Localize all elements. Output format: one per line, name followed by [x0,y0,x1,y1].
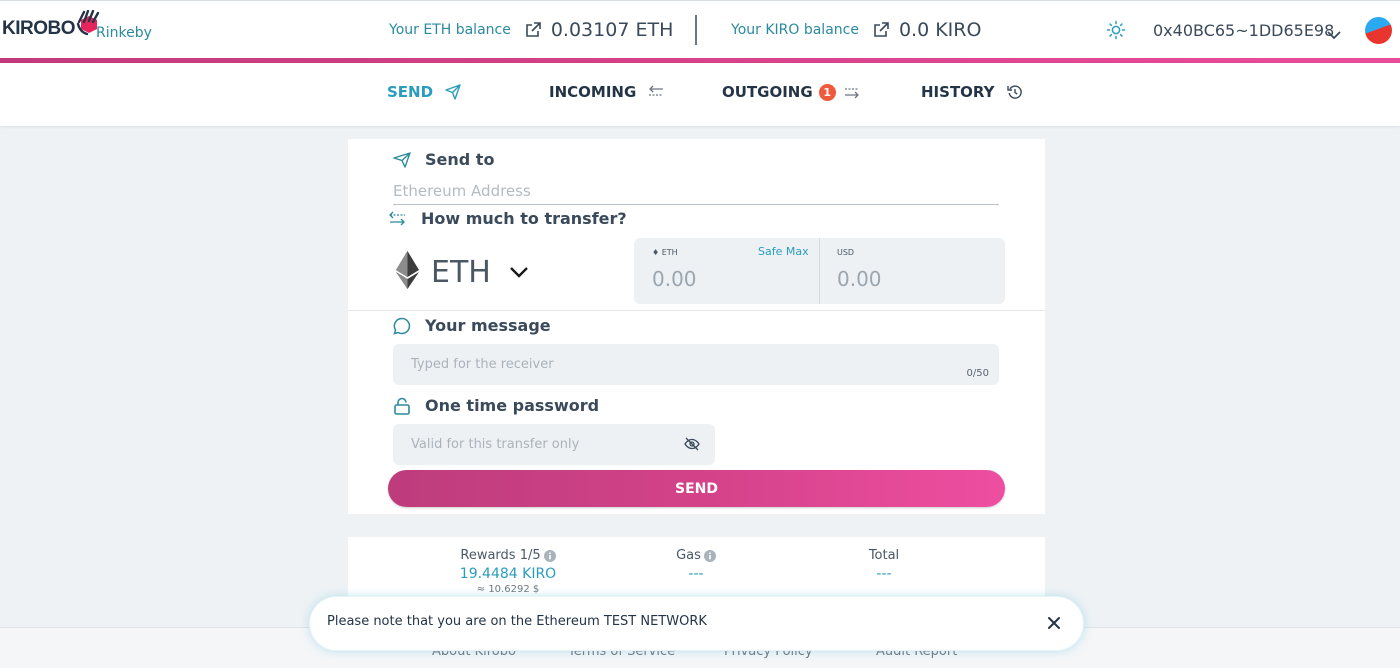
eth-balance: Your ETH balance 0.03107 ETH [389,13,673,47]
usd-amount-column: USD [820,238,1005,304]
send-card: Send to How much to transfer? ETH ♦ ETH … [348,139,1045,514]
kiro-balance: Your KIRO balance 0.0 KIRO [731,13,981,47]
rewards-value: 19.4484 KIRO [459,566,557,582]
header-divider [695,15,697,45]
message-box: 0/50 [393,344,999,385]
transfer-arrows-icon [389,211,407,227]
eth-small-icon: ♦ [652,248,660,257]
chat-bubble-icon [393,317,411,335]
total-value: --- [876,566,892,582]
toast-message: Please note that you are on the Ethereum… [327,614,707,629]
sun-icon[interactable] [1106,20,1126,44]
chevron-down-icon [509,266,529,278]
usd-amount-label: USD [837,248,855,257]
external-link-icon[interactable] [525,22,541,38]
message-input[interactable] [411,352,951,376]
tab-incoming-label: INCOMING [549,83,637,101]
history-icon [1006,84,1023,100]
token-name: ETH [431,254,491,290]
top-header: KIROBO Rinkeby Your ETH balance 0.03107 … [0,0,1400,58]
ethereum-address-input[interactable] [393,177,999,205]
eth-amount-column: ♦ ETH Safe Max [634,238,819,304]
eth-balance-label: Your ETH balance [389,22,511,38]
send-to-title: Send to [393,150,494,169]
logo-text: KIROBO [2,18,76,39]
otp-label: One time password [425,396,600,415]
otp-input[interactable] [411,432,671,456]
gas-column: Gas --- [616,544,776,582]
tab-outgoing-label: OUTGOING [722,83,813,101]
close-icon[interactable] [1047,615,1061,634]
safe-max-button[interactable]: Safe Max [758,245,809,258]
rewards-column: Rewards 1/5 19.4484 KIRO ≈ 10.6292 $ [428,544,588,595]
info-icon[interactable] [543,549,556,562]
tab-bar: SEND INCOMING OUTGOING 1 HISTORY [0,63,1400,126]
tab-incoming[interactable]: INCOMING [549,83,664,101]
lock-icon [393,397,411,415]
message-title: Your message [393,316,551,335]
send-to-label: Send to [425,150,495,169]
otp-title: One time password [393,396,599,415]
tab-history[interactable]: HISTORY [921,83,1023,101]
otp-box [393,424,715,465]
ethereum-icon [396,251,419,293]
paper-plane-icon [393,151,411,168]
eye-off-icon[interactable] [684,436,700,455]
test-network-toast: Please note that you are on the Ethereum… [310,597,1083,650]
tab-send[interactable]: SEND [387,83,461,101]
network-label: Rinkeby [96,25,152,41]
external-link-icon[interactable] [873,22,889,38]
eth-balance-value: 0.03107 ETH [550,19,674,41]
chevron-down-icon[interactable] [1327,25,1341,44]
avatar[interactable] [1365,17,1392,44]
kiro-balance-label: Your KIRO balance [731,22,859,38]
section-divider [348,310,1045,311]
arrows-left-right-icon [648,85,664,99]
usd-amount-input[interactable] [837,264,987,294]
tab-send-label: SEND [387,83,434,101]
token-select[interactable]: ETH [396,251,529,293]
info-icon[interactable] [703,549,716,562]
kirobo-logo[interactable]: KIROBO [2,9,102,49]
message-char-counter: 0/50 [966,368,989,379]
gas-label: Gas [676,548,716,563]
amount-title: How much to transfer? [389,209,627,228]
amount-input-box: ♦ ETH Safe Max USD [634,238,1005,304]
kiro-balance-value: 0.0 KIRO [898,19,982,41]
tab-outgoing[interactable]: OUTGOING 1 [722,83,860,101]
outgoing-count-badge: 1 [818,83,836,101]
gas-value: --- [688,566,704,582]
wallet-address[interactable]: 0x40BC65~1DD65E98 [1153,21,1334,40]
amount-label: How much to transfer? [421,209,627,228]
total-column: Total --- [804,544,964,582]
arrows-right-icon [844,85,860,99]
eth-amount-label: ♦ ETH [652,248,678,257]
tab-history-label: HISTORY [921,83,995,101]
total-label: Total [868,548,900,563]
rewards-usd-value: ≈ 10.6292 $ [476,584,540,595]
eth-amount-input[interactable] [652,264,802,294]
rewards-label: Rewards 1/5 [460,548,556,563]
paper-plane-icon [445,84,461,100]
send-button[interactable]: SEND [388,470,1005,507]
message-label: Your message [425,316,551,335]
